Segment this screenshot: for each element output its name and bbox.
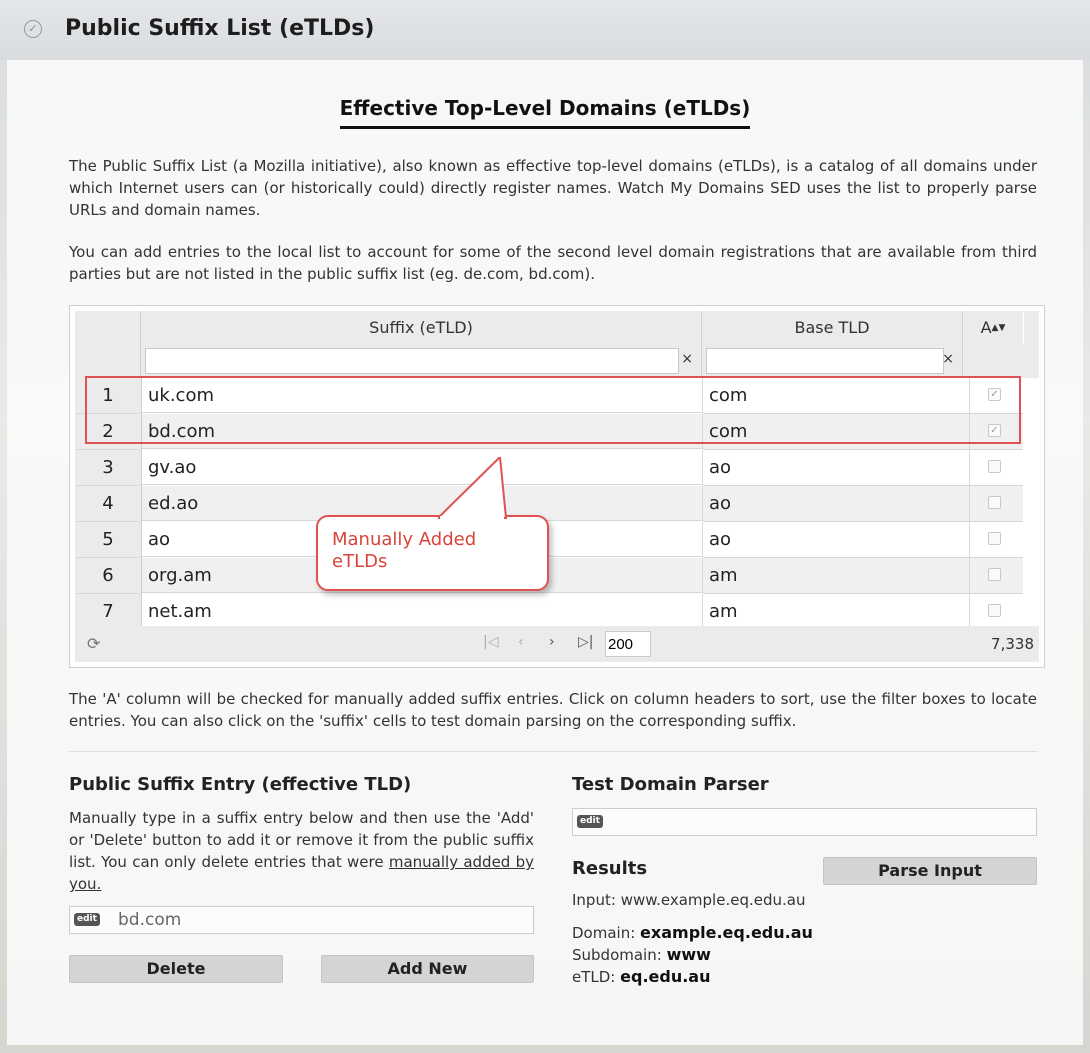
- row-number-header: [75, 311, 141, 345]
- tld-cell: am: [703, 594, 970, 630]
- filter-a-cell: [963, 345, 1039, 378]
- table-row[interactable]: 6 org.am am: [75, 558, 1023, 594]
- result-input-value: www.example.eq.edu.au: [620, 891, 806, 909]
- added-checkbox: [988, 532, 1001, 545]
- result-domain-line: Domain: example.eq.edu.au: [572, 923, 813, 942]
- suffix-grid: Suffix (eTLD) Base TLD A▲▼ × × 1 uk.com …: [69, 305, 1045, 668]
- result-subdomain-label: Subdomain:: [572, 946, 662, 964]
- added-cell: [970, 558, 1023, 594]
- tld-cell: ao: [703, 450, 970, 486]
- next-page-icon[interactable]: ›: [549, 634, 555, 650]
- refresh-icon[interactable]: ⟳: [87, 634, 100, 653]
- column-header-a-label: A: [980, 318, 992, 337]
- result-subdomain-value: www: [666, 945, 711, 964]
- suffix-entry-field[interactable]: edit bd.com: [69, 906, 534, 934]
- grid-note: The 'A' column will be checked for manua…: [69, 690, 1037, 730]
- result-domain-value: example.eq.edu.au: [640, 923, 813, 942]
- table-row[interactable]: 7 net.am am: [75, 594, 1023, 630]
- column-header-base-tld[interactable]: Base TLD: [702, 311, 963, 345]
- entry-section-title: Public Suffix Entry (effective TLD): [69, 774, 412, 795]
- prev-page-icon[interactable]: ‹: [518, 634, 524, 650]
- table-row[interactable]: 3 gv.ao ao: [75, 450, 1023, 486]
- suffix-entry-value[interactable]: bd.com: [118, 910, 181, 930]
- result-subdomain-line: Subdomain: www: [572, 945, 711, 964]
- row-number: 5: [75, 522, 142, 558]
- filter-suffix-input[interactable]: [145, 348, 679, 374]
- last-page-icon[interactable]: ▷|: [578, 634, 593, 650]
- callout-bubble: Manually Added eTLDs: [316, 457, 549, 591]
- tld-cell: ao: [703, 522, 970, 558]
- result-input-line: Input: www.example.eq.edu.au: [572, 891, 805, 909]
- callout-line-2: eTLDs: [332, 551, 388, 572]
- tld-cell: am: [703, 558, 970, 594]
- result-etld-value: eq.edu.au: [620, 967, 711, 986]
- intro-paragraph-1: The Public Suffix List (a Mozilla initia…: [69, 157, 1037, 219]
- suffix-cell[interactable]: net.am: [142, 594, 703, 629]
- added-checkbox: [988, 496, 1001, 509]
- filter-row-number-cell: [75, 345, 141, 378]
- added-checkbox: [988, 568, 1001, 581]
- parser-input-field[interactable]: edit: [572, 808, 1037, 836]
- sort-icon: ▲▼: [991, 323, 1006, 333]
- table-row[interactable]: 4 ed.ao ao: [75, 486, 1023, 522]
- header-filler: [1024, 311, 1039, 345]
- parse-input-button[interactable]: Parse Input: [823, 857, 1037, 885]
- result-input-label: Input:: [572, 891, 616, 909]
- page-size-input[interactable]: [605, 631, 651, 657]
- callout-text: Manually Added eTLDs: [332, 529, 476, 573]
- callout-line-1: Manually Added: [332, 529, 477, 550]
- added-cell: [970, 486, 1023, 522]
- grid-pager: ⟳ |◁ ‹ › ▷| 7,338: [75, 626, 1039, 662]
- title-bar: ✓ Public Suffix List (eTLDs): [0, 0, 1090, 60]
- result-etld-line: eTLD: eq.edu.au: [572, 967, 710, 986]
- row-number: 6: [75, 558, 142, 594]
- column-header-suffix[interactable]: Suffix (eTLD): [141, 311, 702, 345]
- table-row[interactable]: 5 ao ao: [75, 522, 1023, 558]
- section-divider: [69, 751, 1037, 752]
- intro-paragraph-2: You can add entries to the local list to…: [69, 243, 1037, 283]
- filter-suffix-cell: ×: [141, 345, 702, 378]
- result-domain-label: Domain:: [572, 924, 636, 942]
- row-number: 7: [75, 594, 142, 630]
- edit-icon: edit: [74, 913, 100, 926]
- result-etld-label: eTLD:: [572, 968, 616, 986]
- suffix-cell[interactable]: gv.ao: [142, 450, 703, 485]
- column-header-a[interactable]: A▲▼: [963, 311, 1023, 345]
- results-title: Results: [572, 858, 648, 879]
- tld-cell: ao: [703, 486, 970, 522]
- filter-tld-input[interactable]: [706, 348, 944, 374]
- row-number: 4: [75, 486, 142, 522]
- first-page-icon[interactable]: |◁: [483, 634, 498, 650]
- delete-button[interactable]: Delete: [69, 955, 283, 983]
- check-circle-icon: ✓: [24, 20, 42, 38]
- page-heading: Effective Top-Level Domains (eTLDs): [0, 96, 1090, 129]
- total-count: 7,338: [991, 635, 1034, 653]
- clear-filter-tld-icon[interactable]: ×: [942, 351, 954, 367]
- added-cell: [970, 594, 1023, 630]
- filter-tld-cell: ×: [702, 345, 963, 378]
- row-number: 3: [75, 450, 142, 486]
- added-checkbox: [988, 604, 1001, 617]
- parser-section-title: Test Domain Parser: [572, 774, 769, 795]
- manual-entries-highlight: [85, 376, 1021, 444]
- entry-description: Manually type in a suffix entry below an…: [69, 807, 534, 895]
- added-checkbox: [988, 460, 1001, 473]
- clear-filter-suffix-icon[interactable]: ×: [681, 351, 693, 367]
- added-cell: [970, 450, 1023, 486]
- edit-icon: edit: [577, 815, 603, 828]
- add-new-button[interactable]: Add New: [321, 955, 534, 983]
- added-cell: [970, 522, 1023, 558]
- window-title: Public Suffix List (eTLDs): [65, 16, 375, 41]
- callout-pointer: [438, 457, 508, 521]
